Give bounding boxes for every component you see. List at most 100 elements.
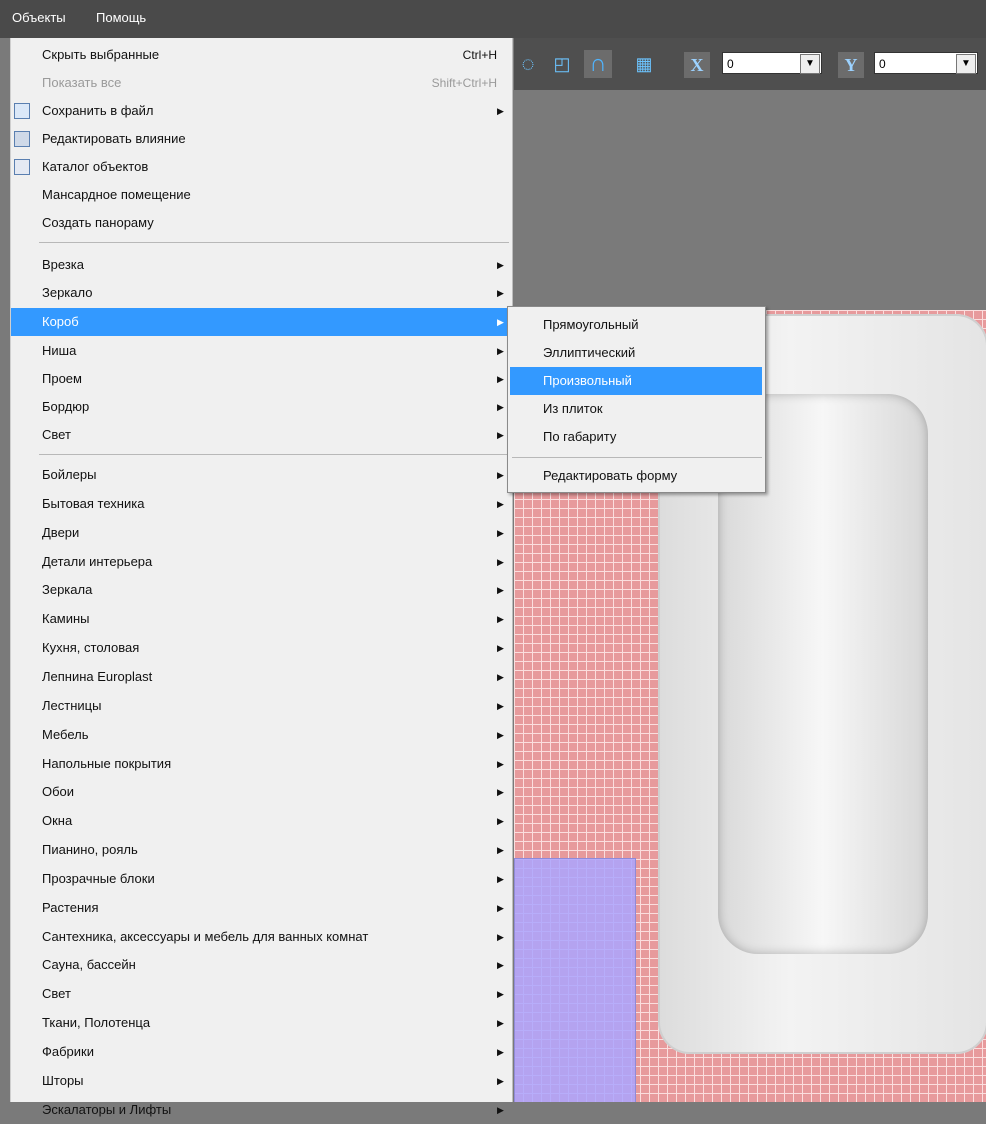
submenu-item-elliptical[interactable]: Эллиптический (510, 339, 762, 367)
menu-item-edit-influence[interactable]: Редактировать влияние (11, 125, 513, 153)
menu-objects[interactable]: Объекты (12, 10, 66, 25)
menu-item-catalog-category[interactable]: Окна ▶ (11, 807, 513, 835)
submenu-arrow-icon: ▶ (497, 374, 504, 384)
submenu-arrow-icon: ▶ (497, 1018, 504, 1029)
chevron-down-icon[interactable]: ▼ (800, 54, 820, 74)
menu-item-attic-room[interactable]: Мансардное помещение (11, 181, 513, 209)
submenu-item-by-dimensions[interactable]: По габариту (510, 423, 762, 451)
menu-item-catalog-category[interactable]: Фабрики ▶ (11, 1038, 513, 1066)
menu-item-box[interactable]: Короб ▶ (11, 308, 513, 336)
x-coordinate-value: 0 (727, 57, 734, 71)
submenu-arrow-icon: ▶ (497, 317, 504, 327)
menu-item-catalog-category[interactable]: Растения ▶ (11, 894, 513, 922)
submenu-item-custom[interactable]: Произвольный (510, 367, 762, 395)
submenu-arrow-icon: ▶ (497, 931, 504, 942)
submenu-arrow-icon: ▶ (497, 1104, 504, 1115)
submenu-arrow-icon: ▶ (497, 556, 504, 567)
floppy-disk-icon (14, 103, 30, 119)
grid-snap-icon[interactable]: ▦ (630, 50, 658, 78)
menu-item-catalog-category[interactable]: Бытовая техника ▶ (11, 490, 513, 518)
submenu-arrow-icon: ▶ (497, 527, 504, 538)
menu-item-save-to-file[interactable]: Сохранить в файл ▶ (11, 97, 513, 125)
submenu-arrow-icon: ▶ (497, 585, 504, 596)
submenu-arrow-icon: ▶ (497, 902, 504, 913)
submenu-arrow-icon: ▶ (497, 700, 504, 711)
y-coordinate-label: Y (838, 52, 864, 78)
menu-help[interactable]: Помощь (96, 10, 146, 25)
menu-item-catalog-category[interactable]: Обои ▶ (11, 778, 513, 806)
submenu-item-edit-shape[interactable]: Редактировать форму (510, 462, 762, 490)
menu-item-insert[interactable]: Врезка ▶ (11, 251, 513, 279)
submenu-arrow-icon: ▶ (497, 643, 504, 654)
menu-item-catalog-category[interactable]: Зеркала ▶ (11, 576, 513, 604)
magnet-icon[interactable]: ∩ (584, 50, 612, 78)
submenu-arrow-icon: ▶ (497, 470, 504, 480)
menu-item-catalog-category[interactable]: Свет ▶ (11, 980, 513, 1008)
menu-item-catalog-category[interactable]: Лестницы ▶ (11, 692, 513, 720)
menu-item-catalog-category[interactable]: Детали интерьера ▶ (11, 548, 513, 576)
submenu-arrow-icon: ▶ (497, 787, 504, 798)
y-coordinate-value: 0 (879, 57, 886, 71)
submenu-item-rectangular[interactable]: Прямоугольный (510, 311, 762, 339)
chevron-down-icon[interactable]: ▼ (956, 54, 976, 74)
menu-item-border[interactable]: Бордюр ▶ (11, 393, 513, 421)
submenu-arrow-icon: ▶ (497, 1047, 504, 1057)
menu-item-catalog-category[interactable]: Мебель ▶ (11, 721, 513, 749)
catalog-icon (14, 159, 30, 175)
submenu-arrow-icon: ▶ (497, 346, 504, 356)
menu-item-catalog-category[interactable]: Кухня, столовая ▶ (11, 634, 513, 662)
submenu-arrow-icon: ▶ (497, 430, 504, 440)
submenu-arrow-icon: ▶ (497, 402, 504, 412)
submenu-arrow-icon: ▶ (497, 758, 504, 769)
menu-separator (39, 242, 509, 243)
menu-item-catalog-category[interactable]: Лепнина Europlast ▶ (11, 663, 513, 691)
menu-item-catalog-category[interactable]: Двери ▶ (11, 519, 513, 547)
y-coordinate-select[interactable]: 0 ▼ (874, 52, 978, 74)
submenu-item-from-tiles[interactable]: Из плиток (510, 395, 762, 423)
box-submenu: Прямоугольный Эллиптический Произвольный… (507, 306, 766, 493)
submenu-arrow-icon: ▶ (497, 106, 504, 116)
viewport-3d[interactable] (514, 90, 986, 1102)
submenu-arrow-icon: ▶ (497, 288, 504, 298)
submenu-arrow-icon: ▶ (497, 845, 504, 856)
submenu-arrow-icon: ▶ (497, 498, 504, 509)
menu-item-catalog-category[interactable]: Ткани, Полотенца ▶ (11, 1009, 513, 1037)
menu-item-show-all: Показать все Shift+Ctrl+H (42, 75, 497, 90)
menu-item-catalog-category[interactable]: Эскалаторы и Лифты ▶ (11, 1096, 513, 1124)
menu-item-catalog-category[interactable]: Сауна, бассейн ▶ (11, 951, 513, 979)
menu-item-create-panorama[interactable]: Создать панораму (11, 209, 513, 237)
x-coordinate-label: X (684, 52, 710, 78)
menu-item-object-catalog[interactable]: Каталог объектов (11, 153, 513, 181)
menu-item-hide-selected[interactable]: Скрыть выбранные Ctrl+H (11, 41, 513, 69)
menu-item-mirror[interactable]: Зеркало ▶ (11, 279, 513, 307)
submenu-arrow-icon: ▶ (497, 873, 504, 884)
menubar: Объекты Помощь (0, 0, 986, 38)
menu-item-niche[interactable]: Ниша ▶ (11, 337, 513, 365)
menu-item-catalog-category[interactable]: Шторы ▶ (11, 1067, 513, 1095)
menu-item-catalog-category[interactable]: Камины ▶ (11, 605, 513, 633)
frame-icon[interactable]: ◰ (548, 50, 576, 78)
submenu-arrow-icon: ▶ (497, 614, 504, 625)
menu-item-catalog-category[interactable]: Сантехника, аксессуары и мебель для ванн… (11, 923, 513, 951)
rotate-icon[interactable]: ◌ (514, 50, 542, 78)
submenu-arrow-icon: ▶ (497, 816, 504, 827)
menu-item-catalog-category[interactable]: Бойлеры ▶ (11, 461, 513, 489)
menu-separator (512, 457, 762, 458)
calculator-icon (14, 131, 30, 147)
menu-separator (39, 454, 509, 455)
submenu-arrow-icon: ▶ (497, 960, 504, 971)
submenu-arrow-icon: ▶ (497, 1075, 504, 1086)
submenu-arrow-icon: ▶ (497, 671, 504, 682)
transparent-block-object[interactable] (514, 858, 636, 1102)
menu-item-catalog-category[interactable]: Пианино, рояль ▶ (11, 836, 513, 864)
menu-item-catalog-category[interactable]: Прозрачные блоки ▶ (11, 865, 513, 893)
submenu-arrow-icon: ▶ (497, 729, 504, 740)
objects-dropdown-menu: Скрыть выбранные Ctrl+H Показать все Shi… (10, 38, 513, 1117)
toolbar: ◌ ◰ ∩ ▦ X 0 ▼ Y 0 ▼ (514, 38, 986, 90)
x-coordinate-select[interactable]: 0 ▼ (722, 52, 822, 74)
menu-item-catalog-category[interactable]: Напольные покрытия ▶ (11, 750, 513, 778)
menu-item-light[interactable]: Свет ▶ (11, 421, 513, 449)
menu-item-opening[interactable]: Проем ▶ (11, 365, 513, 393)
submenu-arrow-icon: ▶ (497, 260, 504, 270)
submenu-arrow-icon: ▶ (497, 989, 504, 1000)
